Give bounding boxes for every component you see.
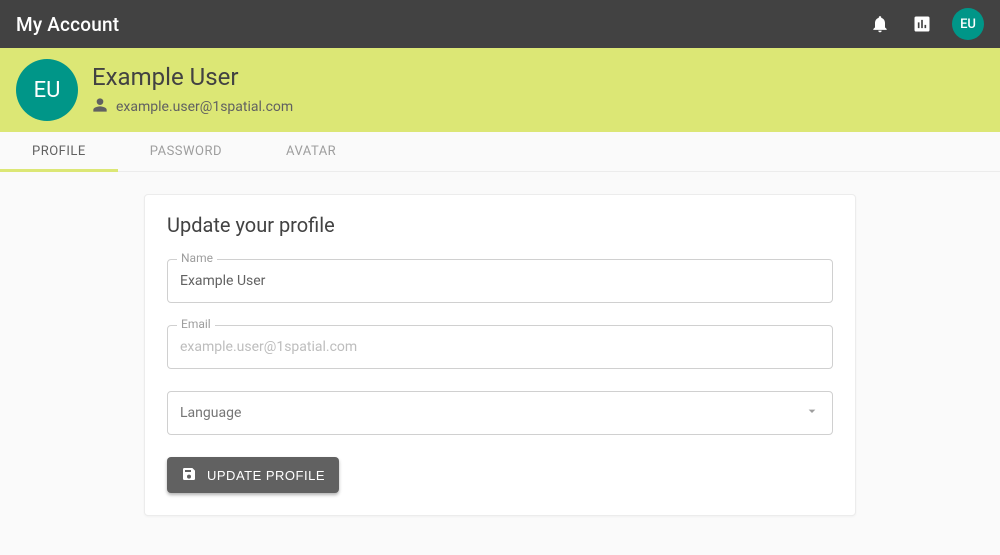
appbar-title: My Account <box>16 13 119 36</box>
update-profile-button[interactable]: UPDATE PROFILE <box>167 457 339 493</box>
account-email: example.user@1spatial.com <box>116 99 293 115</box>
tab-password[interactable]: PASSWORD <box>118 132 254 171</box>
email-input[interactable] <box>167 325 833 369</box>
appbar: My Account EU <box>0 0 1000 48</box>
tab-label: PASSWORD <box>150 144 222 159</box>
appbar-avatar[interactable]: EU <box>952 8 984 40</box>
language-field: Language <box>167 391 833 435</box>
card-heading: Update your profile <box>167 213 833 237</box>
tab-label: AVATAR <box>286 144 336 159</box>
name-label: Name <box>177 251 217 265</box>
button-label: UPDATE PROFILE <box>207 468 325 483</box>
name-field: Name <box>167 259 833 303</box>
content: Update your profile Name Email Language … <box>0 172 1000 516</box>
save-icon <box>181 466 197 485</box>
language-select[interactable]: Language <box>167 391 833 435</box>
account-email-row: example.user@1spatial.com <box>92 97 293 117</box>
tab-avatar[interactable]: AVATAR <box>254 132 368 171</box>
account-info: Example User example.user@1spatial.com <box>92 63 293 117</box>
chevron-down-icon <box>804 403 820 423</box>
account-name: Example User <box>92 63 293 91</box>
person-icon <box>92 97 108 117</box>
name-input[interactable] <box>167 259 833 303</box>
email-label: Email <box>177 317 215 331</box>
language-label: Language <box>180 405 241 421</box>
tabs: PROFILE PASSWORD AVATAR <box>0 132 1000 172</box>
notifications-icon[interactable] <box>868 12 892 36</box>
email-field: Email <box>167 325 833 369</box>
account-avatar: EU <box>16 59 78 121</box>
account-header: EU Example User example.user@1spatial.co… <box>0 48 1000 132</box>
tab-label: PROFILE <box>32 144 86 159</box>
profile-card: Update your profile Name Email Language … <box>144 194 856 516</box>
dashboard-icon[interactable] <box>910 12 934 36</box>
tab-profile[interactable]: PROFILE <box>0 132 118 171</box>
